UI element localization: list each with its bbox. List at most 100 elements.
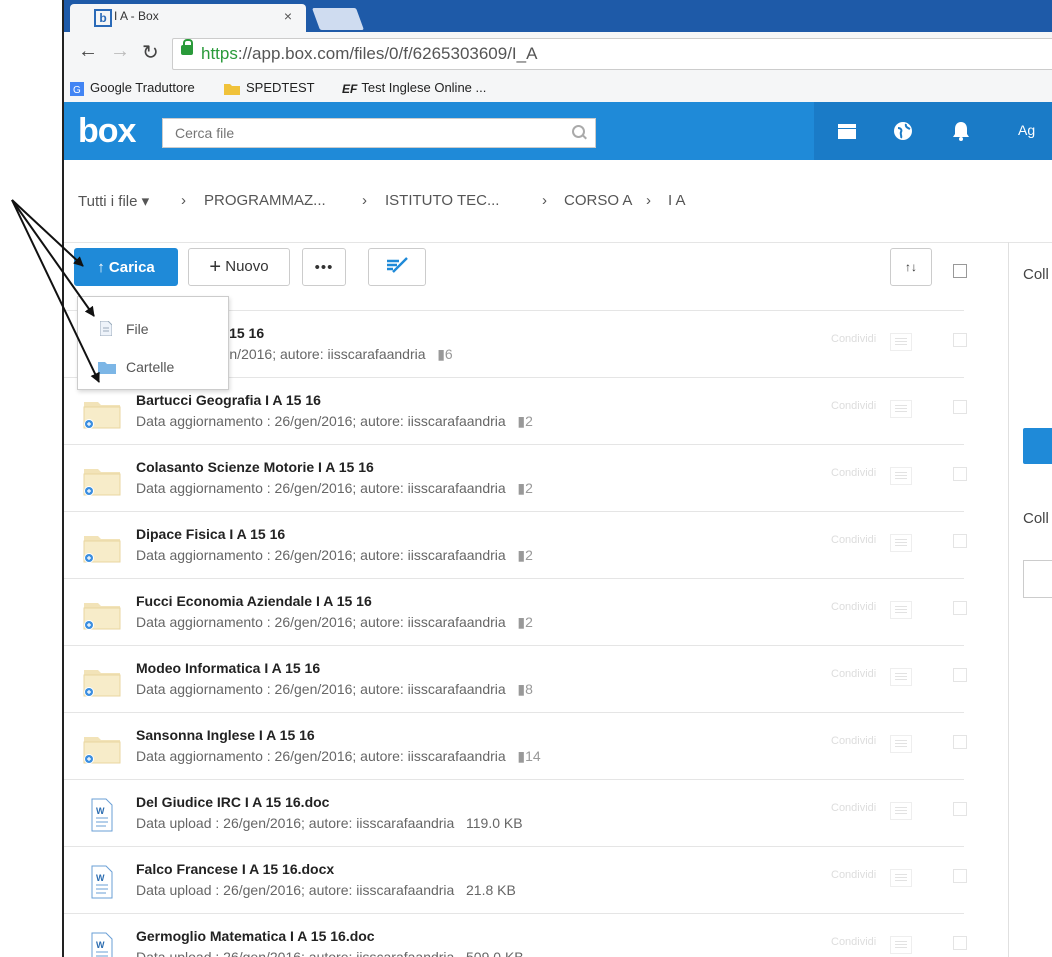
files-icon[interactable] bbox=[836, 120, 858, 142]
file-count: ▮2 bbox=[517, 480, 533, 496]
bell-icon[interactable] bbox=[950, 120, 972, 142]
search-input[interactable] bbox=[173, 124, 557, 142]
shared-folder-icon[interactable] bbox=[82, 597, 122, 631]
more-options-button[interactable]: ••• bbox=[302, 248, 346, 286]
item-meta: Data aggiornamento : 26/gen/2016; autore… bbox=[136, 681, 533, 697]
breadcrumb-separator: › bbox=[181, 192, 186, 209]
ef-icon: EF bbox=[342, 81, 358, 96]
item-meta: Data aggiornamento : 26/gen/2016; autore… bbox=[136, 614, 533, 630]
breadcrumb-separator: › bbox=[362, 192, 367, 209]
bookmark-spedtest[interactable]: SPEDTEST bbox=[224, 80, 315, 96]
row-checkbox[interactable] bbox=[953, 735, 967, 749]
item-name[interactable]: Germoglio Matematica I A 15 16.doc bbox=[136, 928, 375, 944]
share-button[interactable]: Condividi bbox=[831, 936, 876, 948]
share-button[interactable]: Condividi bbox=[831, 534, 876, 546]
share-button[interactable]: Condividi bbox=[831, 601, 876, 613]
invite-button[interactable] bbox=[1023, 428, 1052, 464]
row-checkbox[interactable] bbox=[953, 400, 967, 414]
list-item[interactable]: W Germoglio Matematica I A 15 16.doc Data … bbox=[64, 913, 967, 957]
collections-button[interactable] bbox=[1023, 560, 1052, 598]
list-item[interactable]: Modeo Informatica I A 15 16 Data aggiorna… bbox=[64, 645, 967, 712]
row-checkbox[interactable] bbox=[953, 333, 967, 347]
row-menu-icon[interactable] bbox=[890, 601, 912, 619]
bookmark-ef-test[interactable]: EF Test Inglese Online ... bbox=[342, 80, 486, 96]
reload-icon[interactable]: ↻ bbox=[142, 40, 159, 65]
row-menu-icon[interactable] bbox=[890, 668, 912, 686]
share-button[interactable]: Condividi bbox=[831, 802, 876, 814]
row-menu-icon[interactable] bbox=[890, 400, 912, 418]
share-button[interactable]: Condividi bbox=[831, 400, 876, 412]
row-checkbox[interactable] bbox=[953, 601, 967, 615]
list-item[interactable]: W Del Giudice IRC I A 15 16.doc Data uploa… bbox=[64, 779, 967, 846]
item-meta: Data aggiornamento : 26/gen/2016; autore… bbox=[136, 480, 533, 496]
sort-button[interactable]: ↑↓ bbox=[890, 248, 932, 286]
shared-folder-icon[interactable] bbox=[82, 396, 122, 430]
item-name[interactable]: Fucci Economia Aziendale I A 15 16 bbox=[136, 593, 372, 609]
shared-folder-icon[interactable] bbox=[82, 463, 122, 497]
row-menu-icon[interactable] bbox=[890, 869, 912, 887]
breadcrumb-corso-a[interactable]: CORSO A bbox=[564, 192, 632, 209]
breadcrumb-istituto[interactable]: ISTITUTO TEC... bbox=[385, 192, 499, 209]
word-document-icon[interactable]: W bbox=[82, 932, 122, 957]
list-item[interactable]: W Falco Francese I A 15 16.docx Data uploa… bbox=[64, 846, 967, 913]
back-icon[interactable]: ← bbox=[78, 40, 98, 63]
upload-file-menu-item[interactable]: File bbox=[78, 311, 228, 347]
item-name[interactable]: Modeo Informatica I A 15 16 bbox=[136, 660, 320, 676]
list-item[interactable]: Sansonna Inglese I A 15 16 Data aggiornam… bbox=[64, 712, 967, 779]
list-item[interactable]: Colasanto Scienze Motorie I A 15 16 Data … bbox=[64, 444, 967, 511]
shared-folder-icon[interactable] bbox=[82, 731, 122, 765]
user-name[interactable]: Ag bbox=[1018, 122, 1035, 138]
row-menu-icon[interactable] bbox=[890, 534, 912, 552]
select-all-checkbox[interactable] bbox=[953, 264, 967, 278]
row-checkbox[interactable] bbox=[953, 467, 967, 481]
upload-button[interactable]: ↑ Carica bbox=[74, 248, 178, 286]
row-menu-icon[interactable] bbox=[890, 735, 912, 753]
bookmark-google-traduttore[interactable]: G Google Traduttore bbox=[70, 80, 195, 96]
shared-folder-icon[interactable] bbox=[82, 664, 122, 698]
share-button[interactable]: Condividi bbox=[831, 735, 876, 747]
box-notes-button[interactable] bbox=[368, 248, 426, 286]
row-menu-icon[interactable] bbox=[890, 333, 912, 351]
globe-icon[interactable] bbox=[892, 120, 914, 142]
item-name[interactable]: Falco Francese I A 15 16.docx bbox=[136, 861, 334, 877]
box-logo[interactable]: box bbox=[78, 112, 136, 151]
row-checkbox[interactable] bbox=[953, 802, 967, 816]
share-button[interactable]: Condividi bbox=[831, 668, 876, 680]
row-menu-icon[interactable] bbox=[890, 467, 912, 485]
url-field[interactable]: https://app.box.com/files/0/f/6265303609… bbox=[172, 38, 1052, 70]
item-name[interactable]: Bartucci Geografia I A 15 16 bbox=[136, 392, 321, 408]
share-button[interactable]: Condividi bbox=[831, 869, 876, 881]
item-meta: Data upload : 26/gen/2016; autore: iissc… bbox=[136, 815, 523, 831]
shared-folder-icon[interactable] bbox=[82, 530, 122, 564]
item-name[interactable]: Dipace Fisica I A 15 16 bbox=[136, 526, 285, 542]
upload-folder-menu-item[interactable]: Cartelle bbox=[78, 349, 228, 385]
svg-text:G: G bbox=[73, 85, 81, 96]
folder-icon bbox=[224, 84, 240, 96]
search-icon[interactable] bbox=[572, 125, 585, 138]
share-button[interactable]: Condividi bbox=[831, 467, 876, 479]
notes-icon bbox=[387, 257, 408, 273]
item-name[interactable]: Colasanto Scienze Motorie I A 15 16 bbox=[136, 459, 374, 475]
file-icon bbox=[100, 321, 112, 336]
word-document-icon[interactable]: W bbox=[82, 865, 122, 899]
breadcrumb-programmaz[interactable]: PROGRAMMAZ... bbox=[204, 192, 326, 209]
item-name[interactable]: Del Giudice IRC I A 15 16.doc bbox=[136, 794, 329, 810]
new-button[interactable]: + Nuovo bbox=[188, 248, 290, 286]
row-menu-icon[interactable] bbox=[890, 936, 912, 954]
search-box[interactable] bbox=[162, 118, 596, 148]
row-checkbox[interactable] bbox=[953, 668, 967, 682]
item-name[interactable]: Sansonna Inglese I A 15 16 bbox=[136, 727, 315, 743]
tab-close-icon[interactable]: × bbox=[284, 8, 292, 24]
breadcrumb-all-files[interactable]: Tutti i file ▾ bbox=[78, 192, 149, 210]
row-checkbox[interactable] bbox=[953, 869, 967, 883]
browser-tab[interactable]: b I A - Box × bbox=[70, 4, 306, 32]
row-checkbox[interactable] bbox=[953, 936, 967, 950]
new-tab-button[interactable] bbox=[311, 8, 365, 30]
row-checkbox[interactable] bbox=[953, 534, 967, 548]
row-menu-icon[interactable] bbox=[890, 802, 912, 820]
list-item[interactable]: Fucci Economia Aziendale I A 15 16 Data a… bbox=[64, 578, 967, 645]
list-item[interactable]: Dipace Fisica I A 15 16 Data aggiornament… bbox=[64, 511, 967, 578]
word-document-icon[interactable]: W bbox=[82, 798, 122, 832]
forward-icon[interactable]: → bbox=[110, 40, 130, 63]
share-button[interactable]: Condividi bbox=[831, 333, 876, 345]
